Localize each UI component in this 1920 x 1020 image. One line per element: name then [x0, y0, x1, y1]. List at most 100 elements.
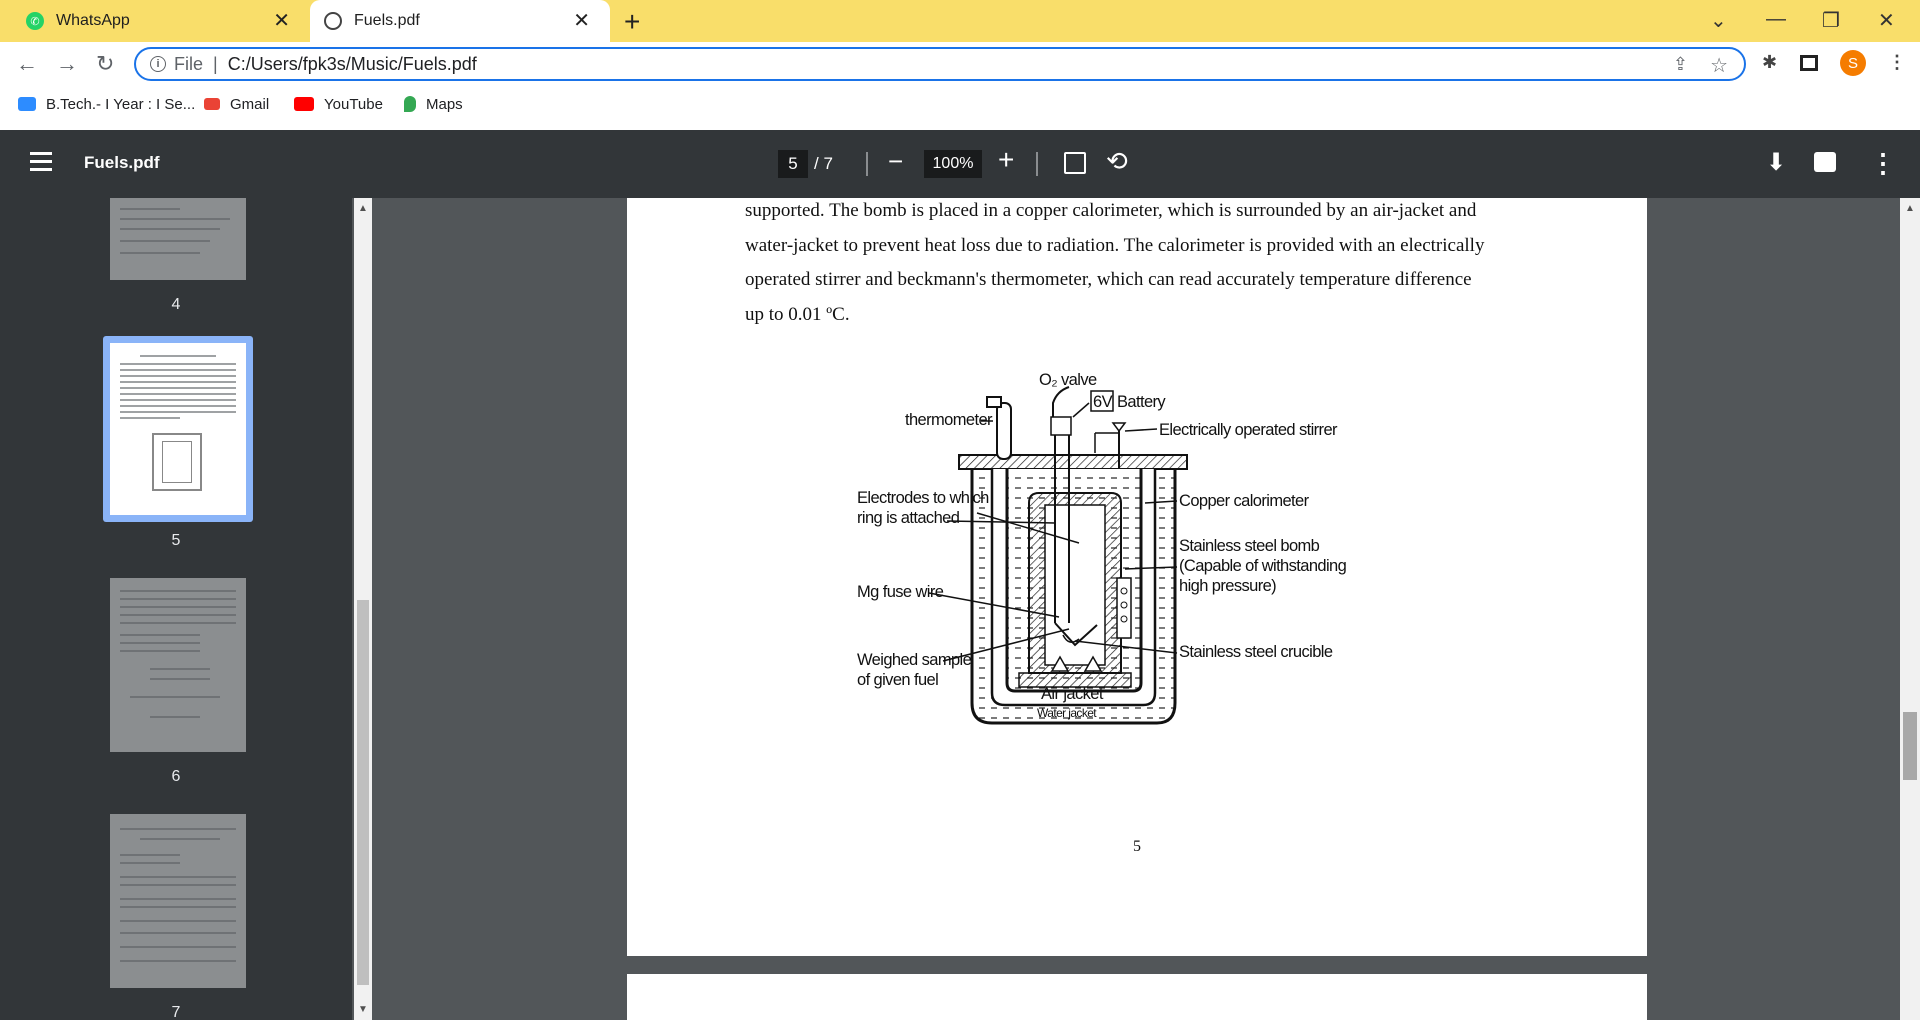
fit-page-icon[interactable] [1064, 152, 1086, 174]
page-separator: / [814, 154, 819, 173]
tab-fuels-pdf[interactable]: Fuels.pdf ✕ [310, 0, 610, 42]
label-electrodes-1: Electrodes to which [857, 489, 989, 507]
download-icon[interactable]: ⬇ [1766, 148, 1786, 177]
thumbnail-page-5[interactable] [110, 343, 246, 515]
tab-search-icon[interactable]: ⌄ [1710, 8, 1727, 33]
share-icon[interactable]: ⇪ [1673, 54, 1688, 75]
forward-icon[interactable]: → [56, 51, 78, 77]
thumbnail-number: 6 [171, 768, 181, 785]
label-6v: 6V [1093, 393, 1113, 411]
scroll-down-arrow-icon[interactable]: ▼ [358, 1004, 368, 1015]
more-actions-icon[interactable]: ⋮ [1870, 148, 1896, 179]
label-water-jacket: Water jacket [1037, 706, 1097, 720]
url-scheme: File [174, 53, 204, 74]
label-stirrer: Electrically operated stirrer [1159, 421, 1338, 439]
page-number: 5 [1133, 838, 1141, 855]
zoom-input[interactable]: 100% [924, 150, 982, 178]
url-separator: | [213, 53, 218, 74]
side-panel-icon[interactable] [1800, 55, 1818, 71]
divider [1036, 152, 1038, 176]
browser-menu-icon[interactable]: ⋮ [1888, 52, 1906, 73]
label-bomb-3: high pressure) [1179, 577, 1276, 595]
viewer-scrollbar-thumb[interactable] [1903, 712, 1917, 780]
thumbnail-sidebar: 4 5 6 7 [0, 198, 352, 1020]
info-icon[interactable]: i [150, 56, 166, 72]
whatsapp-icon: ✆ [26, 12, 44, 30]
page-number-input[interactable]: 5 [778, 150, 808, 178]
new-tab-button[interactable]: + [624, 6, 640, 38]
reload-icon[interactable]: ↻ [96, 51, 114, 77]
maps-icon [404, 96, 416, 112]
label-copper: Copper calorimeter [1179, 492, 1310, 510]
bookmark-youtube[interactable]: YouTube [294, 94, 383, 114]
label-crucible: Stainless steel crucible [1179, 643, 1333, 661]
pdf-page: supported. The bomb is placed in a coppe… [627, 198, 1647, 956]
avatar[interactable]: S [1840, 50, 1866, 76]
label-sample-2: of given fuel [857, 671, 938, 689]
scroll-up-arrow-icon[interactable]: ▲ [1905, 203, 1915, 214]
gmail-icon [204, 98, 220, 110]
thumbnail-page-6[interactable] [110, 578, 246, 752]
bookmark-label: YouTube [324, 95, 383, 113]
label-sample-1: Weighed sample [857, 651, 972, 669]
print-icon[interactable] [1814, 152, 1836, 172]
globe-icon [324, 12, 342, 30]
bomb-calorimeter-diagram: O₂ valve 6V Battery thermometer Electric… [857, 373, 1347, 725]
label-mg-wire: Mg fuse wire [857, 583, 944, 601]
thumbnail-number: 5 [171, 532, 181, 549]
bookmark-label: B.Tech.- I Year : I Se... [46, 95, 196, 113]
back-icon[interactable]: ← [16, 51, 38, 77]
youtube-icon [294, 97, 314, 111]
pdf-toolbar: Fuels.pdf 5 / 7 − 100% + ⟲ ⬇ ⋮ [0, 130, 1920, 198]
tab-strip: ✆ WhatsApp ✕ Fuels.pdf ✕ + ⌄ — ❐ ✕ [0, 0, 1920, 42]
thumbnail-page-4[interactable] [110, 198, 246, 280]
bookmark-label: Gmail [230, 95, 270, 113]
thumbnail-number: 4 [171, 296, 181, 313]
thumbnail-number: 7 [171, 1004, 181, 1020]
text-line: supported. The bomb is placed in a coppe… [745, 200, 1477, 221]
label-electrodes-2: ring is attached [857, 509, 960, 527]
hamburger-menu-icon[interactable] [30, 152, 52, 176]
zoom-in-icon[interactable]: + [998, 144, 1014, 176]
bookmark-btech[interactable]: B.Tech.- I Year : I Se... [18, 94, 195, 114]
avatar-initial: S [1847, 54, 1858, 72]
text-line: up to 0.01 ºC. [745, 303, 850, 325]
pdf-viewer[interactable]: supported. The bomb is placed in a coppe… [372, 198, 1900, 1020]
close-tab-icon[interactable]: ✕ [273, 11, 290, 31]
tab-label: WhatsApp [56, 12, 130, 29]
tab-whatsapp[interactable]: ✆ WhatsApp ✕ [0, 0, 310, 42]
star-icon[interactable]: ☆ [1710, 53, 1728, 78]
close-window-icon[interactable]: ✕ [1878, 8, 1895, 33]
restore-icon[interactable]: ❐ [1822, 8, 1840, 33]
text-line: operated stirrer and beckmann's thermome… [745, 269, 1472, 290]
divider [866, 152, 868, 176]
bookmark-gmail[interactable]: Gmail [204, 94, 269, 114]
extensions-icon[interactable]: ✱ [1762, 52, 1777, 73]
total-pages: 7 [823, 154, 833, 173]
zoom-icon [18, 97, 36, 111]
label-thermometer: thermometer [905, 411, 993, 429]
bookmark-label: Maps [426, 95, 463, 113]
viewer-scrollbar[interactable] [1900, 198, 1920, 1020]
label-bomb-1: Stainless steel bomb [1179, 537, 1320, 555]
text-line: water-jacket to prevent heat loss due to… [745, 234, 1485, 256]
address-bar[interactable]: i File | C:/Users/fpk3s/Music/Fuels.pdf … [134, 47, 1746, 81]
sidebar-scrollbar-thumb[interactable] [357, 600, 369, 985]
next-pdf-page [627, 974, 1647, 1020]
page-text: supported. The bomb is placed in a coppe… [745, 198, 1525, 332]
close-tab-icon[interactable]: ✕ [573, 11, 590, 31]
label-battery: Battery [1117, 393, 1166, 411]
label-o2-valve: O₂ valve [1039, 373, 1097, 389]
label-air-jacket: Air jacket [1041, 685, 1104, 703]
minimize-icon[interactable]: — [1766, 8, 1786, 31]
pdf-title: Fuels.pdf [84, 153, 160, 172]
thumbnail-page-7[interactable] [110, 814, 246, 988]
browser-toolbar: ← → ↻ i File | C:/Users/fpk3s/Music/Fuel… [0, 42, 1920, 130]
rotate-icon[interactable]: ⟲ [1106, 146, 1128, 177]
bookmark-maps[interactable]: Maps [404, 94, 463, 114]
url-text[interactable]: C:/Users/fpk3s/Music/Fuels.pdf [228, 54, 477, 75]
zoom-out-icon[interactable]: − [888, 146, 903, 177]
label-bomb-2: (Capable of withstanding [1179, 557, 1347, 575]
tab-label: Fuels.pdf [354, 12, 420, 29]
scroll-up-arrow-icon[interactable]: ▲ [358, 203, 368, 214]
